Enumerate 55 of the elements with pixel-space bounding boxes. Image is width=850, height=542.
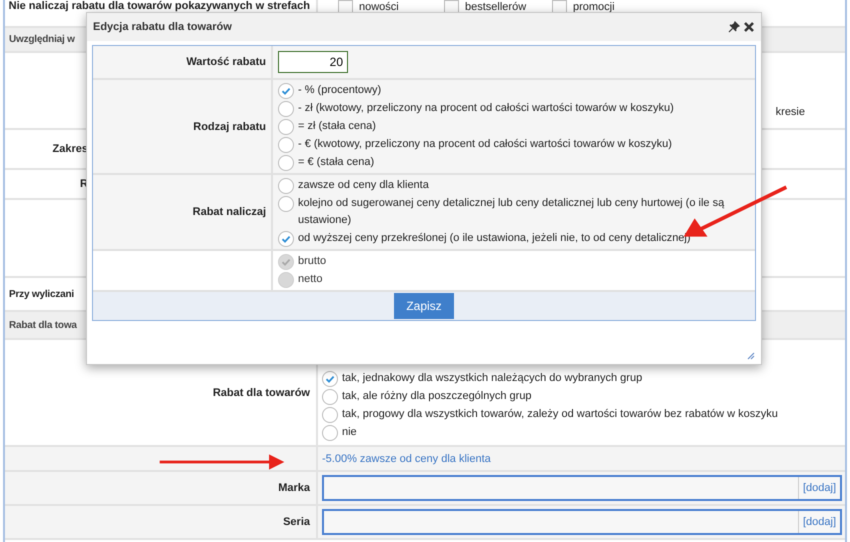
option-label: od wyższej ceny przekreślonej (o ile ustawiona, jeżeli nie, to od ceny detalicznej)	[298, 231, 691, 246]
add-link[interactable]: [dodaj]	[798, 511, 840, 533]
field-label: Nie naliczaj rabatu dla towarów pokazywanych w strefach	[8, 0, 310, 12]
radio-button[interactable]	[278, 83, 294, 99]
option-label: tak, ale różny dla poszczególnych grup	[342, 389, 532, 404]
radio-button[interactable]	[322, 389, 338, 405]
field-label: Seria	[283, 516, 310, 528]
input-field[interactable]: [dodaj]	[322, 509, 842, 535]
radio-button[interactable]	[278, 155, 294, 171]
checkbox-label: promocji	[573, 0, 615, 12]
pin-icon[interactable]	[728, 21, 740, 33]
option-label: tak, progowy dla wszystkich towarów, zależy od wartości towarów bez rabatów w koszyku	[342, 407, 778, 422]
dialog-title: Edycja rabatu dla towarów	[93, 21, 232, 33]
radio-button[interactable]	[278, 178, 294, 194]
radio-button[interactable]	[322, 407, 338, 423]
checkbox[interactable]	[444, 0, 459, 13]
checkbox-label: bestsellerów	[465, 0, 526, 12]
field-label: Rodzaj rabatu	[193, 120, 266, 132]
option-label: = € (stała cena)	[298, 155, 374, 170]
resize-grip-icon[interactable]	[747, 352, 755, 360]
radio-button[interactable]	[278, 119, 294, 135]
radio-button[interactable]	[322, 425, 338, 441]
field-label: Rabat dla towarów	[212, 386, 310, 398]
option-label: kolejno od sugerowanej ceny detalicznej lub ceny detalicznej lub ceny hurtowej (o ile są ustawione)	[298, 196, 726, 228]
radio-button[interactable]	[278, 137, 294, 153]
save-button[interactable]: Zapisz	[394, 293, 454, 319]
field-label: Przy wyliczani	[9, 288, 74, 300]
option-label: netto	[298, 272, 322, 287]
section-title: Rabat dla towa	[9, 320, 77, 330]
input-field[interactable]: 20	[278, 51, 348, 73]
option-label: brutto	[298, 254, 326, 269]
option-text: kresie	[776, 106, 805, 118]
radio-button[interactable]	[322, 371, 338, 387]
option-label: - % (procentowy)	[298, 83, 382, 98]
option-label: = zł (stała cena)	[298, 119, 376, 134]
close-icon[interactable]	[743, 21, 755, 33]
section-title: Uwzględniaj w	[9, 34, 75, 45]
radio-button[interactable]	[278, 196, 294, 212]
option-label: zawsze od ceny dla klienta	[298, 178, 429, 193]
option-label: - € (kwotowy, przeliczony na procent od całości wartości towarów w koszyku)	[298, 137, 672, 152]
field-label: Zakres	[52, 143, 88, 155]
radio-button[interactable]	[278, 101, 294, 117]
checkbox-label: nowości	[359, 0, 399, 12]
option-label: nie	[342, 425, 357, 440]
checkbox[interactable]	[552, 0, 567, 13]
input-field[interactable]: [dodaj]	[322, 475, 842, 501]
option-label: tak, jednakowy dla wszystkich należących do wybranych grup	[342, 371, 642, 386]
add-link[interactable]: [dodaj]	[798, 477, 840, 499]
field-label: Marka	[278, 482, 310, 494]
settings-link[interactable]: -5.00% zawsze od ceny dla klienta	[322, 452, 491, 464]
field-label: Wartość rabatu	[186, 56, 266, 68]
checkbox[interactable]	[338, 0, 353, 13]
field-label: Rabat naliczaj	[192, 206, 266, 218]
radio-button[interactable]	[278, 231, 294, 247]
option-label: - zł (kwotowy, przeliczony na procent od całości wartości towarów w koszyku)	[298, 101, 674, 116]
